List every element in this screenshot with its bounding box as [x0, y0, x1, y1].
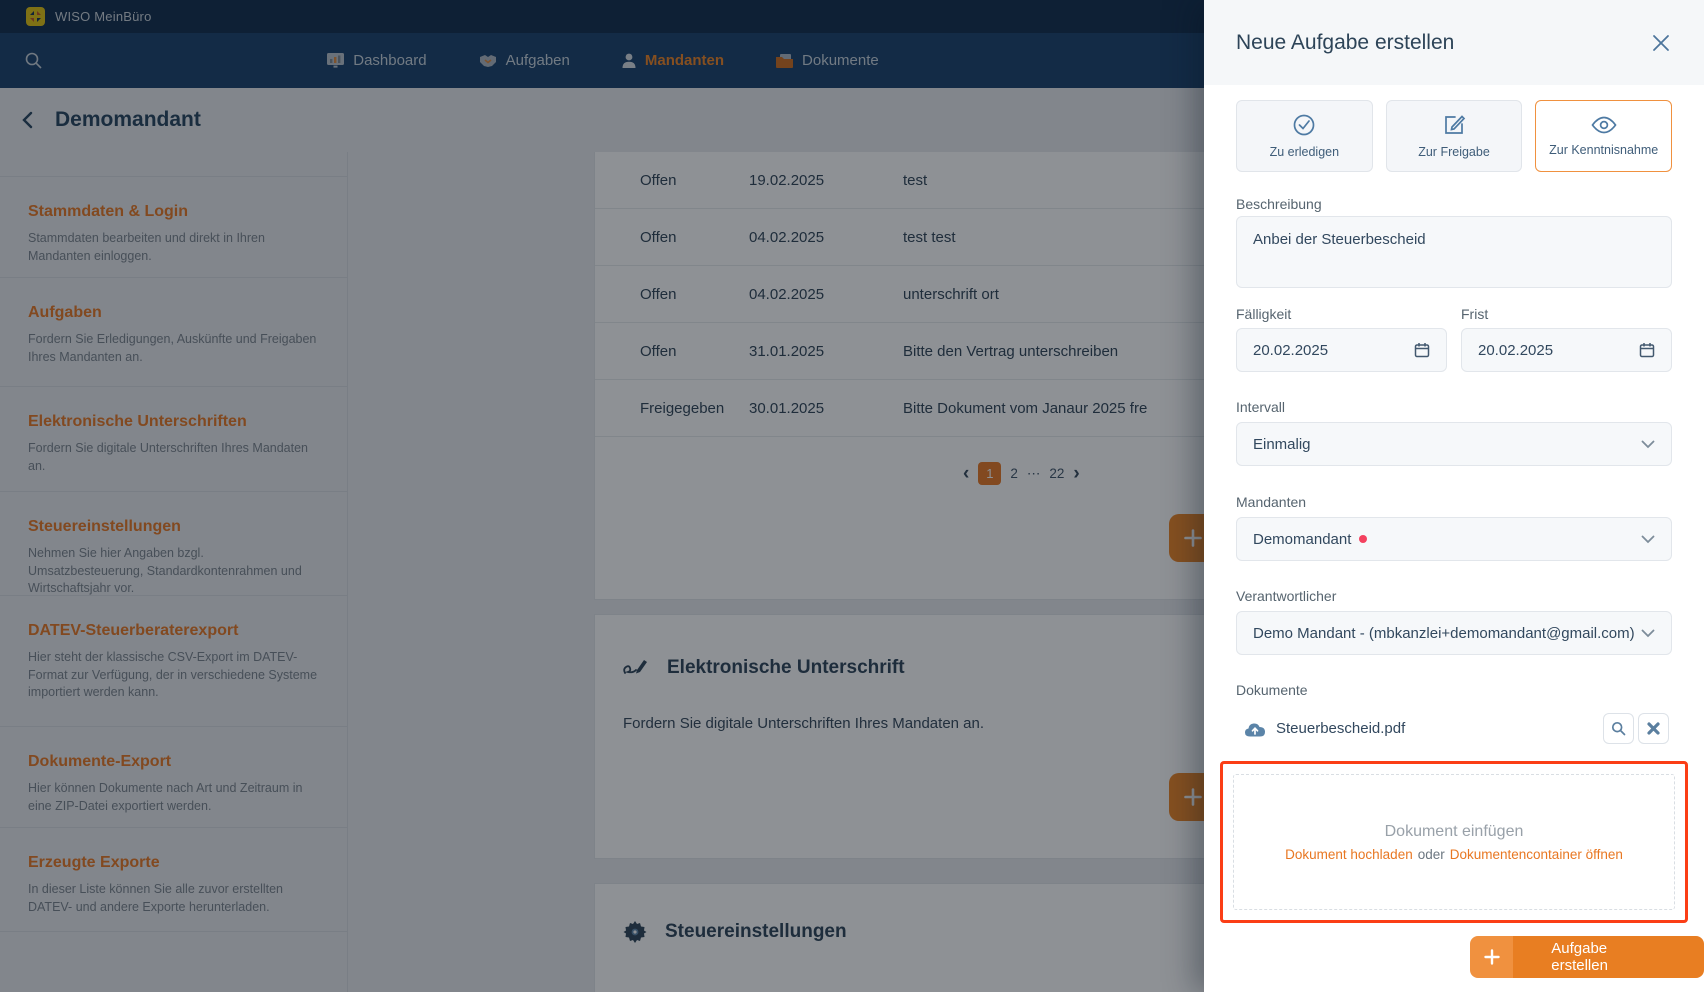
- responsible-label: Verantwortlicher: [1236, 588, 1337, 604]
- cloud-upload-icon: [1244, 721, 1266, 737]
- clients-select[interactable]: Demomandant: [1236, 517, 1672, 561]
- task-type-zu-erledigen[interactable]: Zu erledigen: [1236, 100, 1373, 172]
- eye-icon: [1591, 115, 1617, 135]
- interval-select[interactable]: Einmalig: [1236, 422, 1672, 466]
- task-type-zur-freigabe[interactable]: Zur Freigabe: [1385, 100, 1523, 172]
- create-task-drawer: Neue Aufgabe erstellen Zu erledigen Zur …: [1204, 0, 1704, 992]
- x-icon: [1647, 722, 1660, 735]
- due-label: Fälligkeit: [1236, 306, 1292, 322]
- dropzone-or-text: oder: [1417, 846, 1445, 862]
- interval-label: Intervall: [1236, 399, 1286, 415]
- document-file-name: Steuerbescheid.pdf: [1276, 720, 1406, 737]
- description-label: Beschreibung: [1236, 196, 1322, 212]
- create-task-button[interactable]: Aufgabe erstellen: [1470, 936, 1704, 978]
- calendar-icon[interactable]: [1414, 342, 1430, 358]
- chevron-down-icon: [1641, 629, 1655, 638]
- magnifier-icon: [1611, 721, 1626, 736]
- create-task-label: Aufgabe erstellen: [1513, 936, 1704, 978]
- deadline-label: Frist: [1461, 306, 1489, 322]
- document-list-item: Steuerbescheid.pdf: [1244, 713, 1669, 744]
- close-icon[interactable]: [1652, 34, 1670, 52]
- description-textarea[interactable]: Anbei der Steuerbescheid: [1236, 216, 1672, 288]
- upload-document-link[interactable]: Dokument hochladen: [1285, 847, 1413, 862]
- calendar-icon[interactable]: [1639, 342, 1655, 358]
- deadline-date-field[interactable]: 20.02.2025: [1461, 328, 1672, 372]
- edit-icon: [1442, 113, 1466, 137]
- client-status-dot: [1359, 535, 1368, 543]
- responsible-select[interactable]: Demo Mandant - (mbkanzlei+demomandant@gm…: [1236, 611, 1672, 655]
- drawer-title: Neue Aufgabe erstellen: [1236, 30, 1455, 54]
- chevron-down-icon: [1641, 535, 1655, 544]
- check-circle-icon: [1292, 113, 1316, 137]
- plus-icon: [1470, 936, 1514, 978]
- due-date-field[interactable]: 20.02.2025: [1236, 328, 1447, 372]
- dropzone-title: Dokument einfügen: [1384, 822, 1524, 840]
- preview-document-button[interactable]: [1603, 713, 1634, 744]
- document-dropzone[interactable]: Dokument einfügen Dokument hochladen ode…: [1220, 761, 1688, 923]
- remove-document-button[interactable]: [1638, 713, 1669, 744]
- open-container-link[interactable]: Dokumentencontainer öffnen: [1450, 847, 1623, 862]
- task-type-zur-kenntnisnahme[interactable]: Zur Kenntnisnahme: [1535, 100, 1673, 172]
- documents-label: Dokumente: [1236, 682, 1308, 698]
- clients-label: Mandanten: [1236, 494, 1307, 510]
- chevron-down-icon: [1641, 440, 1655, 449]
